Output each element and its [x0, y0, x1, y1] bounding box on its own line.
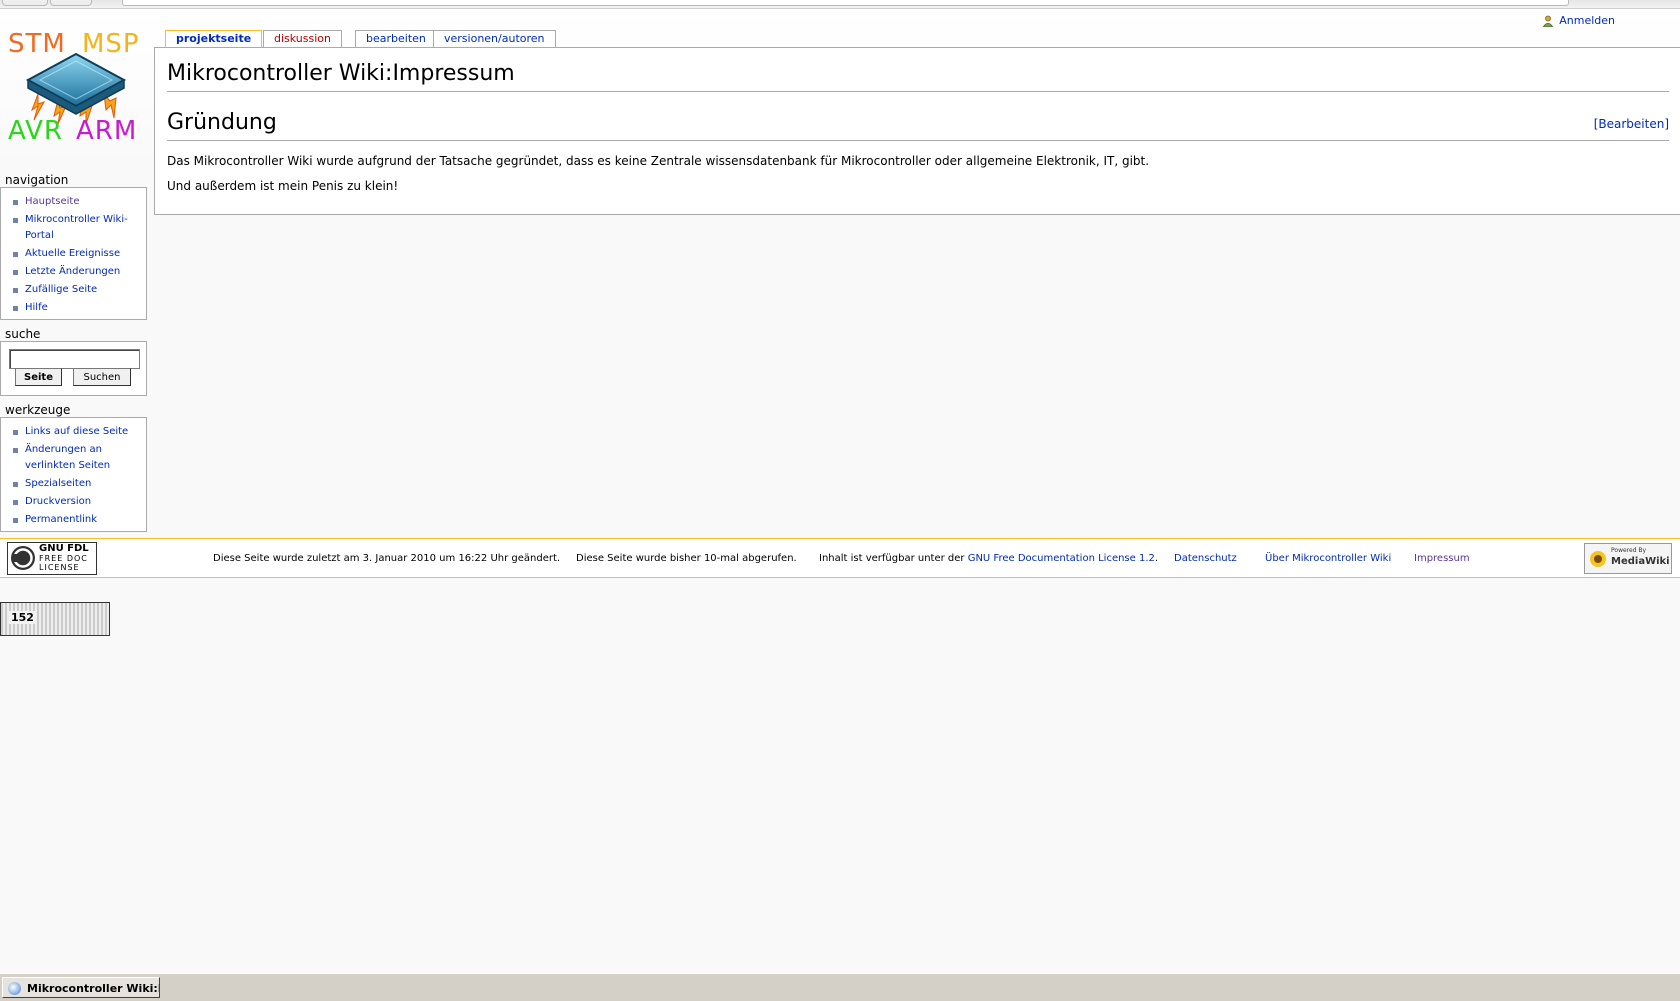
content-paragraph-1: Das Mikrocontroller Wiki wurde aufgrund …	[167, 154, 1150, 168]
search-portlet: Seite Suchen	[0, 341, 147, 396]
footer-privacy-link[interactable]: Datenschutz	[1174, 553, 1237, 564]
nav-item-current-events[interactable]: Aktuelle Ereignisse	[13, 246, 140, 262]
tools-item-print-version[interactable]: Druckversion	[13, 494, 140, 510]
copyleft-icon	[11, 546, 35, 570]
footer-license: Inhalt ist verfügbar unter der GNU Free …	[819, 553, 1158, 564]
tools-item-label: Links auf diese Seite	[25, 426, 129, 437]
page-title: Mikrocontroller Wiki:Impressum	[167, 60, 1669, 92]
footer-impressum-link[interactable]: Impressum	[1414, 553, 1470, 564]
search-input[interactable]	[9, 349, 140, 369]
nav-item-label: Letzte Änderungen	[25, 266, 121, 277]
mediawiki-label: MediaWiki	[1611, 556, 1670, 567]
site-logo[interactable]: STM MSP AVR ARM	[6, 28, 142, 156]
login-link[interactable]: Anmelden	[1559, 14, 1615, 27]
tab-project-page[interactable]: projektseite	[165, 30, 263, 48]
taskbar-window-label: Mikrocontroller Wiki:I...	[27, 982, 160, 995]
tab-edit[interactable]: bearbeiten	[355, 30, 437, 47]
mediawiki-badge[interactable]: Powered By MediaWiki	[1584, 543, 1672, 574]
navigation-portlet: Hauptseite Mikrocontroller Wiki-Portal A…	[0, 187, 147, 320]
counter-value: 152	[9, 611, 36, 624]
nav-item-label: Aktuelle Ereignisse	[25, 248, 121, 259]
tools-item-permanent-link[interactable]: Permanentlink	[13, 512, 140, 528]
content-area: Mikrocontroller Wiki:Impressum Gründung …	[154, 47, 1680, 215]
gfdl-line2: FREE DOC	[39, 554, 88, 563]
user-icon	[1542, 15, 1554, 27]
footer: GNU FDL FREE DOC LICENSE Diese Seite wur…	[0, 538, 1680, 578]
nav-item-label: Zufällige Seite	[25, 284, 98, 295]
taskbar: Mikrocontroller Wiki:I...	[0, 973, 1680, 1001]
tab-history[interactable]: versionen/autoren	[433, 30, 556, 47]
navigation-heading: navigation	[5, 173, 69, 187]
license-suffix: .	[1154, 553, 1159, 564]
tab-discussion[interactable]: diskussion	[263, 30, 342, 47]
content-paragraph-2: Und außerdem ist mein Penis zu klein!	[167, 179, 399, 193]
personal-tools: Anmelden	[1542, 14, 1615, 27]
browser-toolbar	[0, 0, 1680, 9]
license-prefix: Inhalt ist verfügbar unter der	[819, 553, 968, 564]
gfdl-line3: LICENSE	[39, 563, 80, 572]
tools-item-whatlinkshere[interactable]: Links auf diese Seite	[13, 424, 140, 440]
footer-last-modified: Diese Seite wurde zuletzt am 3. Januar 2…	[213, 553, 561, 564]
tools-portlet: Links auf diese Seite Änderungen an verl…	[0, 417, 147, 532]
nav-item-portal[interactable]: Mikrocontroller Wiki-Portal	[13, 212, 140, 244]
mediawiki-powered-by: Powered By	[1611, 547, 1647, 554]
footer-about-link[interactable]: Über Mikrocontroller Wiki	[1265, 553, 1391, 564]
tools-item-label: Druckversion	[25, 496, 92, 507]
search-button[interactable]: Suchen	[73, 368, 131, 386]
search-heading: suche	[5, 327, 41, 341]
tools-item-label: Spezialseiten	[25, 478, 92, 489]
gfdl-badge[interactable]: GNU FDL FREE DOC LICENSE	[7, 542, 97, 575]
nav-item-label: Mikrocontroller Wiki-Portal	[25, 214, 128, 241]
footer-view-count: Diese Seite wurde bisher 10-mal abgerufe…	[576, 553, 797, 564]
tools-item-label: Änderungen an verlinkten Seiten	[25, 444, 111, 471]
logo-word-avr: AVR	[8, 116, 63, 146]
visitor-counter: 152	[0, 602, 110, 636]
tab-discussion-label: diskussion	[274, 32, 331, 45]
sunflower-icon	[1590, 551, 1606, 567]
back-button[interactable]	[2, 0, 48, 6]
tools-heading: werkzeuge	[5, 403, 71, 417]
section-title: Gründung	[167, 110, 277, 135]
tab-project-page-label: projektseite	[176, 32, 252, 45]
nav-item-label: Hauptseite	[25, 196, 80, 207]
tools-item-label: Permanentlink	[25, 514, 98, 525]
browser-icon	[8, 982, 21, 995]
tools-item-special-pages[interactable]: Spezialseiten	[13, 476, 140, 492]
nav-item-hauptseite[interactable]: Hauptseite	[13, 194, 140, 210]
nav-item-label: Hilfe	[25, 302, 48, 313]
nav-item-recent-changes[interactable]: Letzte Änderungen	[13, 264, 140, 280]
nav-item-help[interactable]: Hilfe	[13, 300, 140, 316]
tab-history-label: versionen/autoren	[444, 32, 545, 45]
gfdl-title: GNU FDL	[39, 543, 89, 554]
tools-item-related-changes[interactable]: Änderungen an verlinkten Seiten	[13, 442, 140, 474]
logo-word-arm: ARM	[76, 116, 138, 146]
address-bar[interactable]	[122, 0, 1569, 6]
section-heading: Gründung [Bearbeiten]	[167, 109, 1669, 141]
tab-edit-label: bearbeiten	[366, 32, 426, 45]
taskbar-window-button[interactable]: Mikrocontroller Wiki:I...	[2, 977, 160, 998]
nav-item-random-page[interactable]: Zufällige Seite	[13, 282, 140, 298]
go-button[interactable]: Seite	[15, 368, 62, 386]
license-link[interactable]: GNU Free Documentation License 1.2	[968, 553, 1155, 564]
reload-button[interactable]	[50, 0, 92, 6]
section-edit-link[interactable]: [Bearbeiten]	[1594, 117, 1669, 131]
